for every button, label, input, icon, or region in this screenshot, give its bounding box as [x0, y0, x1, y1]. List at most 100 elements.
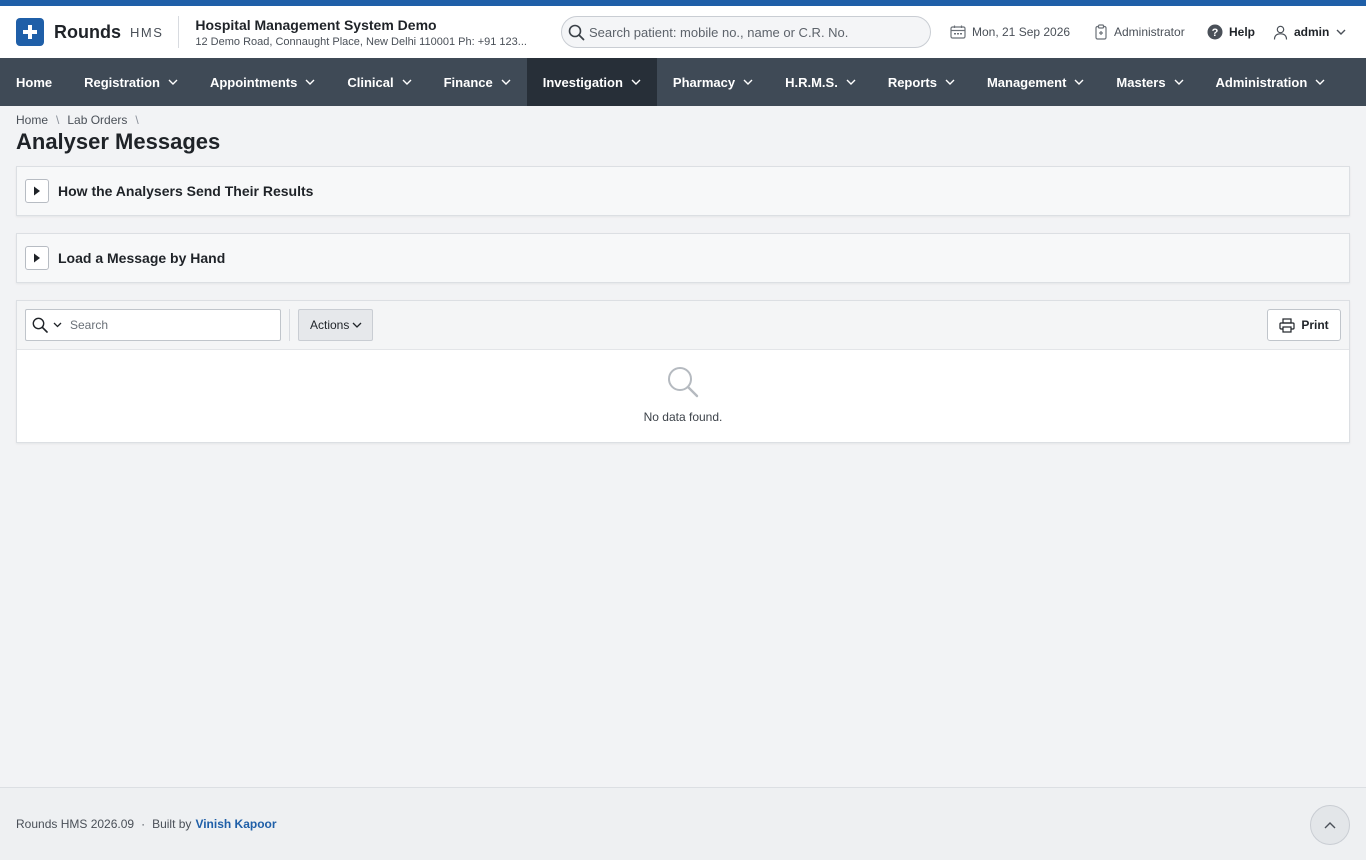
printer-icon: [1279, 317, 1295, 333]
role-menu[interactable]: Administrator: [1094, 6, 1185, 58]
collapsible-region-manual-load[interactable]: Load a Message by Hand: [16, 233, 1350, 283]
region-title: Load a Message by Hand: [58, 250, 226, 266]
breadcrumb-home[interactable]: Home: [16, 113, 48, 127]
chevron-down-icon: [1074, 79, 1084, 85]
app-version: Rounds HMS 2026.09: [16, 817, 135, 831]
scroll-to-top-button[interactable]: [1310, 805, 1350, 845]
svg-text:?: ?: [1212, 27, 1219, 39]
chevron-down-icon: [1174, 79, 1184, 85]
plus-logo-icon: [16, 18, 44, 46]
chevron-down-icon: [1336, 29, 1346, 35]
nav-label: Management: [986, 74, 1067, 90]
breadcrumb: Home \ Lab Orders \: [0, 106, 1366, 127]
no-data-message: No data found.: [17, 350, 1349, 442]
toolbar-divider: [289, 309, 290, 341]
patient-search-box: [561, 16, 931, 48]
breadcrumb-separator: \: [135, 112, 139, 127]
built-by-label: Built by: [152, 817, 192, 831]
nav-management[interactable]: Management: [971, 58, 1100, 106]
user-menu[interactable]: admin: [1273, 6, 1346, 58]
calendar-icon: [950, 25, 966, 39]
header-date: Mon, 21 Sep 2026: [950, 6, 1070, 58]
nav-label: Investigation: [542, 74, 623, 90]
chevron-down-icon: [501, 79, 511, 85]
nav-hrms[interactable]: H.R.M.S.: [769, 58, 872, 106]
chevron-down-icon: [1315, 79, 1325, 85]
chevron-down-icon: [743, 79, 753, 85]
actions-menu-button[interactable]: Actions: [298, 309, 374, 341]
report-search-input[interactable]: [70, 318, 280, 332]
expand-toggle-button[interactable]: [25, 179, 49, 203]
collapsible-region-analysers[interactable]: How the Analysers Send Their Results: [16, 166, 1350, 216]
nav-finance[interactable]: Finance: [428, 58, 527, 106]
nav-label: Clinical: [347, 74, 394, 90]
actions-label: Actions: [310, 318, 350, 332]
breadcrumb-separator: \: [56, 112, 60, 127]
nav-administration[interactable]: Administration: [1200, 58, 1342, 106]
brand[interactable]: Rounds HMS: [16, 18, 163, 46]
search-empty-icon: [666, 365, 700, 399]
nav-clinical[interactable]: Clinical: [331, 58, 427, 106]
nav-pharmacy[interactable]: Pharmacy: [657, 58, 769, 106]
help-link[interactable]: ? Help: [1207, 6, 1255, 58]
search-column-selector[interactable]: [32, 317, 62, 333]
chevron-up-icon: [1324, 821, 1336, 829]
hospital-info: Hospital Management System Demo 12 Demo …: [195, 17, 555, 48]
nav-label: Pharmacy: [672, 74, 736, 90]
nav-investigation[interactable]: Investigation: [526, 58, 657, 106]
chevron-down-icon: [846, 79, 856, 85]
nav-label: H.R.M.S.: [785, 74, 838, 90]
chevron-down-icon: [53, 322, 62, 328]
nav-reports[interactable]: Reports: [872, 58, 971, 106]
page-footer: Rounds HMS 2026.09 · Built by Vinish Kap…: [0, 787, 1366, 860]
expand-toggle-button[interactable]: [25, 246, 49, 270]
chevron-down-icon: [402, 79, 412, 85]
nav-label: Home: [16, 74, 53, 90]
date-label: Mon, 21 Sep 2026: [972, 25, 1071, 39]
user-icon: [1273, 25, 1288, 40]
chevron-down-icon: [305, 79, 315, 85]
search-icon: [32, 317, 48, 333]
report-toolbar: Actions Print: [17, 301, 1349, 350]
hospital-name: Hospital Management System Demo: [195, 16, 437, 33]
caret-right-icon: [33, 186, 41, 196]
chevron-down-icon: [945, 79, 955, 85]
breadcrumb-lab-orders[interactable]: Lab Orders: [67, 113, 127, 127]
nav-home[interactable]: Home: [0, 58, 68, 106]
nav-masters[interactable]: Masters: [1100, 58, 1199, 106]
main-nav: Home Registration Appointments Clinical …: [0, 58, 1366, 106]
nav-appointments[interactable]: Appointments: [194, 58, 331, 106]
clipboard-icon: [1094, 24, 1108, 40]
region-title: How the Analysers Send Their Results: [58, 183, 314, 199]
nav-label: Masters: [1116, 74, 1166, 90]
print-button[interactable]: Print: [1267, 309, 1341, 341]
brand-suffix: HMS: [130, 24, 164, 40]
patient-search-input[interactable]: [589, 24, 930, 40]
nav-label: Registration: [84, 74, 160, 90]
brand-name: Rounds: [54, 21, 121, 42]
header-divider: [178, 16, 180, 48]
nav-label: Appointments: [209, 74, 298, 90]
nav-label: Reports: [887, 74, 937, 90]
help-label: Help: [1229, 25, 1256, 39]
search-icon: [568, 24, 585, 41]
interactive-report: Actions Print No data found.: [16, 300, 1350, 443]
footer-separator: ·: [141, 817, 146, 831]
chevron-down-icon: [631, 79, 641, 85]
chevron-down-icon: [352, 322, 362, 328]
nav-registration[interactable]: Registration: [68, 58, 194, 106]
nav-label: Finance: [443, 74, 493, 90]
no-data-text: No data found.: [643, 410, 723, 424]
chevron-down-icon: [168, 79, 178, 85]
author-link[interactable]: Vinish Kapoor: [195, 817, 276, 831]
caret-right-icon: [33, 253, 41, 263]
role-label: Administrator: [1114, 25, 1185, 39]
print-label: Print: [1301, 318, 1329, 332]
report-search-box: [25, 309, 281, 341]
app-header: Rounds HMS Hospital Management System De…: [0, 6, 1366, 58]
user-label: admin: [1294, 25, 1330, 39]
help-icon: ?: [1207, 24, 1223, 40]
page-title: Analyser Messages: [16, 129, 221, 154]
hospital-address: 12 Demo Road, Connaught Place, New Delhi…: [195, 35, 527, 48]
nav-label: Administration: [1215, 74, 1308, 90]
